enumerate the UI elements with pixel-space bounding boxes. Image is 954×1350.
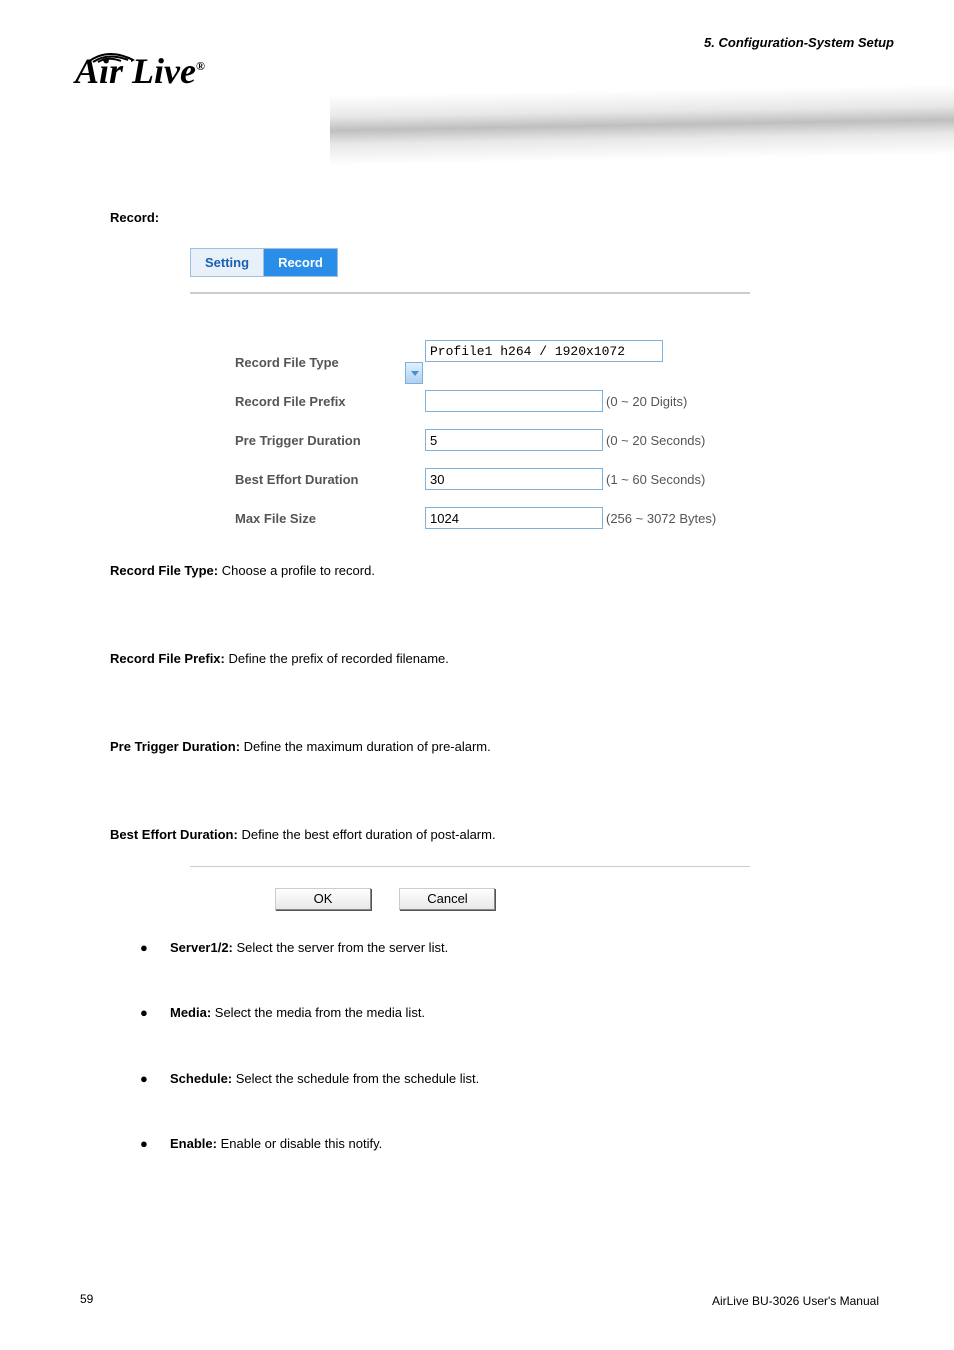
input-record-file-prefix[interactable] xyxy=(425,390,603,412)
cancel-button[interactable]: Cancel xyxy=(399,888,495,910)
chevron-down-icon[interactable] xyxy=(405,362,423,384)
ok-button[interactable]: OK xyxy=(275,888,371,910)
input-max-file-size[interactable] xyxy=(425,507,603,529)
hint-record-file-prefix: (0 ~ 20 Digits) xyxy=(606,394,687,409)
list-item: ● Enable: Enable or disable this notify. xyxy=(140,1132,479,1155)
tab-container: SettingRecord xyxy=(190,248,338,277)
hint-best-effort-duration: (1 ~ 60 Seconds) xyxy=(606,472,705,487)
tab-setting[interactable]: Setting xyxy=(191,249,264,276)
label-record-file-type: Record File Type xyxy=(235,355,425,370)
list-item: ● Server1/2: Select the server from the … xyxy=(140,936,479,959)
label-pre-trigger-duration: Pre Trigger Duration xyxy=(235,433,425,448)
divider xyxy=(190,292,750,294)
list-item: ● Schedule: Select the schedule from the… xyxy=(140,1067,479,1090)
list-item: ● Media: Select the media from the media… xyxy=(140,1001,479,1024)
label-record-file-prefix: Record File Prefix xyxy=(235,394,425,409)
header-banner xyxy=(330,85,954,166)
hint-max-file-size: (256 ~ 3072 Bytes) xyxy=(606,511,716,526)
logo: Air Live® xyxy=(75,50,265,92)
select-record-file-type[interactable] xyxy=(425,340,663,362)
label-best-effort-duration: Best Effort Duration xyxy=(235,472,425,487)
tab-record[interactable]: Record xyxy=(264,249,337,276)
footer-line1: AirLive BU-3026 User's Manual xyxy=(712,1292,879,1310)
section-title: Record: xyxy=(110,210,159,225)
input-best-effort-duration[interactable] xyxy=(425,468,603,490)
desc-record-file-type: Record File Type: Choose a profile to re… xyxy=(110,560,375,582)
header-chapter: 5. Configuration-System Setup xyxy=(704,35,894,52)
desc-record-file-prefix: Record File Prefix: Define the prefix of… xyxy=(110,648,449,670)
input-pre-trigger-duration[interactable] xyxy=(425,429,603,451)
label-max-file-size: Max File Size xyxy=(235,511,425,526)
desc-pre-trigger-duration: Pre Trigger Duration: Define the maximum… xyxy=(110,736,491,758)
bullet-list: ● Server1/2: Select the server from the … xyxy=(140,936,479,1198)
hint-pre-trigger-duration: (0 ~ 20 Seconds) xyxy=(606,433,705,448)
desc-best-effort-duration: Best Effort Duration: Define the best ef… xyxy=(110,824,496,846)
divider-buttons xyxy=(190,866,750,867)
footer: 59 AirLive BU-3026 User's Manual xyxy=(80,1292,879,1310)
page-number: 59 xyxy=(80,1292,93,1306)
